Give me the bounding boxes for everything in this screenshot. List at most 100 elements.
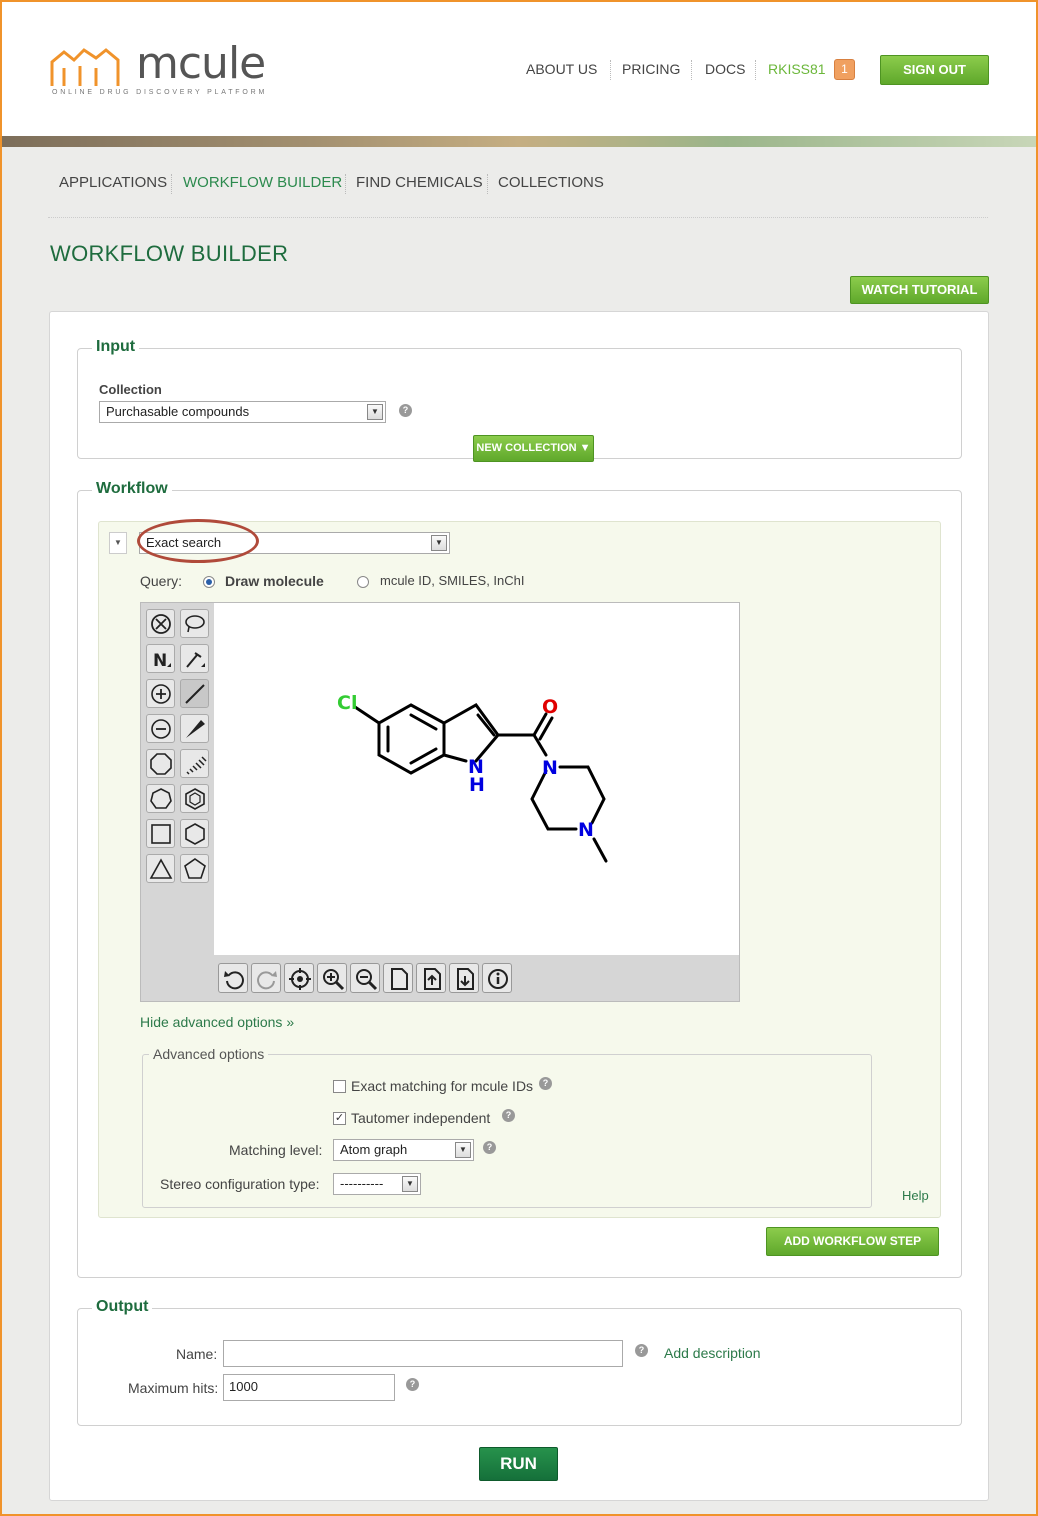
- atom-hydrogen: H: [469, 774, 485, 796]
- nav-separator: [755, 60, 756, 80]
- help-icon[interactable]: ?: [539, 1077, 552, 1090]
- help-link[interactable]: Help: [902, 1188, 929, 1203]
- stereo-configuration-select[interactable]: ---------- ▼: [333, 1173, 421, 1195]
- workflow-section: Workflow ▼ Exact search ▼ Query: Draw mo…: [77, 480, 962, 1278]
- center-icon[interactable]: [284, 963, 314, 993]
- nav-separator: [691, 60, 692, 80]
- nav-separator: [171, 174, 172, 194]
- tab-workflow-builder[interactable]: WORKFLOW BUILDER: [183, 174, 342, 191]
- charge-minus-icon[interactable]: [146, 714, 175, 743]
- maximum-hits-input[interactable]: 1000: [223, 1374, 395, 1401]
- atom-amide-nitrogen: N: [542, 757, 558, 779]
- cyclopentane-icon[interactable]: [180, 854, 209, 883]
- output-legend: Output: [92, 1298, 153, 1316]
- atom-methyl-nitrogen: N: [578, 819, 594, 841]
- identifier-label[interactable]: mcule ID, SMILES, InChI: [380, 573, 525, 588]
- sign-out-button[interactable]: SIGN OUT: [880, 55, 989, 85]
- nav-username[interactable]: RKISS81: [768, 60, 826, 78]
- clear-icon[interactable]: [146, 609, 175, 638]
- export-icon[interactable]: [449, 963, 479, 993]
- info-icon[interactable]: [482, 963, 512, 993]
- nav-about-us[interactable]: ABOUT US: [526, 60, 597, 78]
- logo-wordmark: mcule: [136, 38, 266, 89]
- help-icon[interactable]: ?: [406, 1378, 419, 1391]
- editor-bottom-toolbar: [214, 955, 739, 1001]
- atom-oxygen: O: [542, 696, 558, 718]
- tautomer-checkbox[interactable]: ✓: [333, 1112, 346, 1125]
- nav-docs[interactable]: DOCS: [705, 60, 745, 78]
- tautomer-label[interactable]: Tautomer independent: [351, 1110, 490, 1126]
- cyclopropane-icon[interactable]: [146, 854, 175, 883]
- query-label: Query:: [140, 573, 183, 589]
- exact-matching-label[interactable]: Exact matching for mcule IDs: [351, 1078, 533, 1094]
- header-stripe: [2, 136, 1036, 147]
- benzene-icon[interactable]: [180, 784, 209, 813]
- drawing-canvas[interactable]: Cl O N H N N: [214, 603, 739, 955]
- step-type-select[interactable]: Exact search ▼: [139, 532, 450, 554]
- redo-icon[interactable]: [251, 963, 281, 993]
- logo-house-icon: [50, 48, 120, 86]
- matching-level-value: Atom graph: [340, 1142, 408, 1157]
- page-title: WORKFLOW BUILDER: [50, 241, 289, 266]
- advanced-options-legend: Advanced options: [149, 1046, 269, 1062]
- help-icon[interactable]: ?: [635, 1344, 648, 1357]
- mcule-logo[interactable]: mcule ONLINE DRUG DISCOVERY PLATFORM: [50, 38, 270, 106]
- dropdown-arrow-icon: ▼: [402, 1176, 418, 1192]
- collection-select[interactable]: Purchasable compounds ▼: [99, 401, 386, 423]
- nav-pricing[interactable]: PRICING: [622, 60, 680, 78]
- undo-icon[interactable]: [218, 963, 248, 993]
- single-bond-icon[interactable]: [180, 679, 209, 708]
- lasso-icon[interactable]: [180, 609, 209, 638]
- hide-advanced-options-link[interactable]: Hide advanced options »: [140, 1014, 294, 1030]
- draw-molecule-radio[interactable]: [203, 576, 215, 588]
- add-description-link[interactable]: Add description: [664, 1345, 761, 1361]
- logo-tagline: ONLINE DRUG DISCOVERY PLATFORM: [52, 89, 268, 96]
- exact-matching-checkbox[interactable]: [333, 1080, 346, 1093]
- dropdown-arrow-icon: ▼: [367, 404, 383, 420]
- bond-type-icon[interactable]: [180, 644, 209, 673]
- cyclobutane-icon[interactable]: [146, 819, 175, 848]
- nav-separator: [610, 60, 611, 80]
- nav-separator: [345, 174, 346, 194]
- hash-bond-icon[interactable]: [180, 749, 209, 778]
- collection-label: Collection: [99, 382, 162, 397]
- tab-applications[interactable]: APPLICATIONS: [59, 174, 167, 191]
- identifier-radio[interactable]: [357, 576, 369, 588]
- name-input[interactable]: [223, 1340, 623, 1367]
- workflow-legend: Workflow: [92, 480, 172, 498]
- zoom-out-icon[interactable]: [350, 963, 380, 993]
- dropdown-arrow-icon: ▼: [455, 1142, 471, 1158]
- matching-level-select[interactable]: Atom graph ▼: [333, 1139, 474, 1161]
- tab-collections[interactable]: COLLECTIONS: [498, 174, 604, 191]
- import-icon[interactable]: [416, 963, 446, 993]
- input-legend: Input: [92, 338, 140, 356]
- help-icon[interactable]: ?: [483, 1141, 496, 1154]
- atom-n-icon[interactable]: N: [146, 644, 175, 673]
- cyclohexane-icon[interactable]: [180, 819, 209, 848]
- run-button[interactable]: RUN: [479, 1447, 558, 1481]
- tab-find-chemicals[interactable]: FIND CHEMICALS: [356, 174, 483, 191]
- new-document-icon[interactable]: [383, 963, 413, 993]
- step-type-value: Exact search: [146, 535, 222, 550]
- cyclooctane-icon[interactable]: [146, 749, 175, 778]
- atom-chlorine: Cl: [337, 692, 357, 714]
- advanced-options: Advanced options Exact matching for mcul…: [142, 1046, 872, 1208]
- editor-toolbar: N: [141, 603, 214, 1001]
- cycloheptane-icon[interactable]: [146, 784, 175, 813]
- help-icon[interactable]: ?: [502, 1109, 515, 1122]
- zoom-in-icon[interactable]: [317, 963, 347, 993]
- watch-tutorial-button[interactable]: WATCH TUTORIAL: [850, 276, 989, 304]
- charge-plus-icon[interactable]: [146, 679, 175, 708]
- nav-separator: [487, 174, 488, 194]
- collection-select-value: Purchasable compounds: [106, 404, 250, 419]
- draw-molecule-label[interactable]: Draw molecule: [225, 573, 324, 589]
- output-section: Output Name: ? Add description Maximum h…: [77, 1298, 962, 1426]
- new-collection-button[interactable]: NEW COLLECTION ▼: [473, 435, 594, 462]
- notification-badge[interactable]: 1: [834, 59, 855, 80]
- add-workflow-step-button[interactable]: ADD WORKFLOW STEP: [766, 1227, 939, 1256]
- stereo-configuration-value: ----------: [340, 1176, 384, 1191]
- workflow-step: ▼ Exact search ▼ Query: Draw molecule mc…: [98, 519, 941, 1218]
- collapse-step-button[interactable]: ▼: [109, 532, 127, 554]
- wedge-bond-icon[interactable]: [180, 714, 209, 743]
- help-icon[interactable]: ?: [399, 404, 412, 417]
